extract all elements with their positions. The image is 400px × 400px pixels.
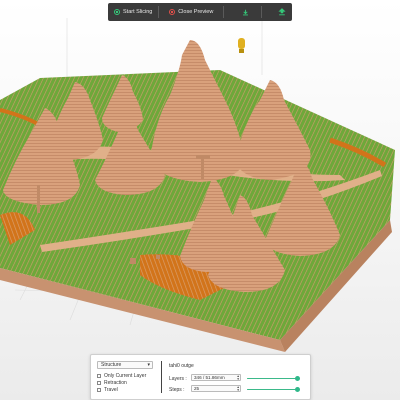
only-current-layer-row[interactable]: Only Current Layer <box>97 373 146 379</box>
retraction-label: Retraction <box>104 380 127 386</box>
retraction-row[interactable]: Retraction <box>97 380 127 386</box>
download-icon <box>243 9 249 15</box>
preview-toolbar: Start Slicing Close Preview <box>108 3 292 21</box>
steps-input[interactable]: 25 ▴ ▾ <box>191 385 241 392</box>
start-slicing-label: Start Slicing <box>123 9 153 15</box>
toolbar-divider <box>223 6 225 18</box>
layers-slider-fill <box>247 377 297 380</box>
close-preview-label: Close Preview <box>178 9 214 15</box>
layers-input[interactable]: 346 / 51.86mm ▴ ▾ <box>191 374 241 381</box>
light-bulb-icon[interactable] <box>238 38 245 53</box>
layers-label: Layers : <box>169 376 187 382</box>
mode-label: tahi0 outge <box>169 363 194 369</box>
preview-viewport[interactable] <box>0 0 400 400</box>
travel-row[interactable]: Travel <box>97 387 118 393</box>
travel-label: Travel <box>104 387 118 393</box>
travel-checkbox[interactable] <box>97 388 101 392</box>
stepper-icon[interactable]: ▴ ▾ <box>237 385 239 391</box>
play-circle-icon <box>114 9 120 15</box>
download-button[interactable] <box>242 9 249 16</box>
toolbar-divider <box>261 6 262 18</box>
steps-slider-thumb[interactable] <box>294 386 300 392</box>
steps-value: 25 <box>194 386 200 391</box>
retraction-checkbox[interactable] <box>97 381 101 385</box>
export-icon <box>278 8 286 16</box>
close-preview-button[interactable]: Close Preview <box>169 9 213 15</box>
start-slicing-button[interactable]: Start Slicing <box>114 9 152 15</box>
only-current-layer-label: Only Current Layer <box>104 373 147 379</box>
export-button[interactable] <box>278 8 286 16</box>
close-circle-icon <box>169 9 176 15</box>
steps-slider-fill <box>247 388 297 391</box>
layers-slider[interactable] <box>247 375 300 381</box>
steps-label: Steps : <box>169 387 185 393</box>
view-mode-value: Structure <box>101 362 122 368</box>
stepper-icon[interactable]: ▴ ▾ <box>237 374 239 380</box>
preview-settings-panel: Structure ▾ Only Current Layer Retractio… <box>90 354 311 400</box>
toolbar-divider <box>158 6 160 18</box>
chevron-down-icon: ▾ <box>147 362 150 368</box>
view-mode-select[interactable]: Structure ▾ <box>97 361 153 369</box>
steps-slider[interactable] <box>247 386 300 392</box>
only-current-layer-checkbox[interactable] <box>97 374 101 378</box>
panel-divider <box>161 361 162 393</box>
layers-slider-thumb[interactable] <box>294 375 300 381</box>
layers-value: 346 / 51.86mm <box>194 375 225 380</box>
